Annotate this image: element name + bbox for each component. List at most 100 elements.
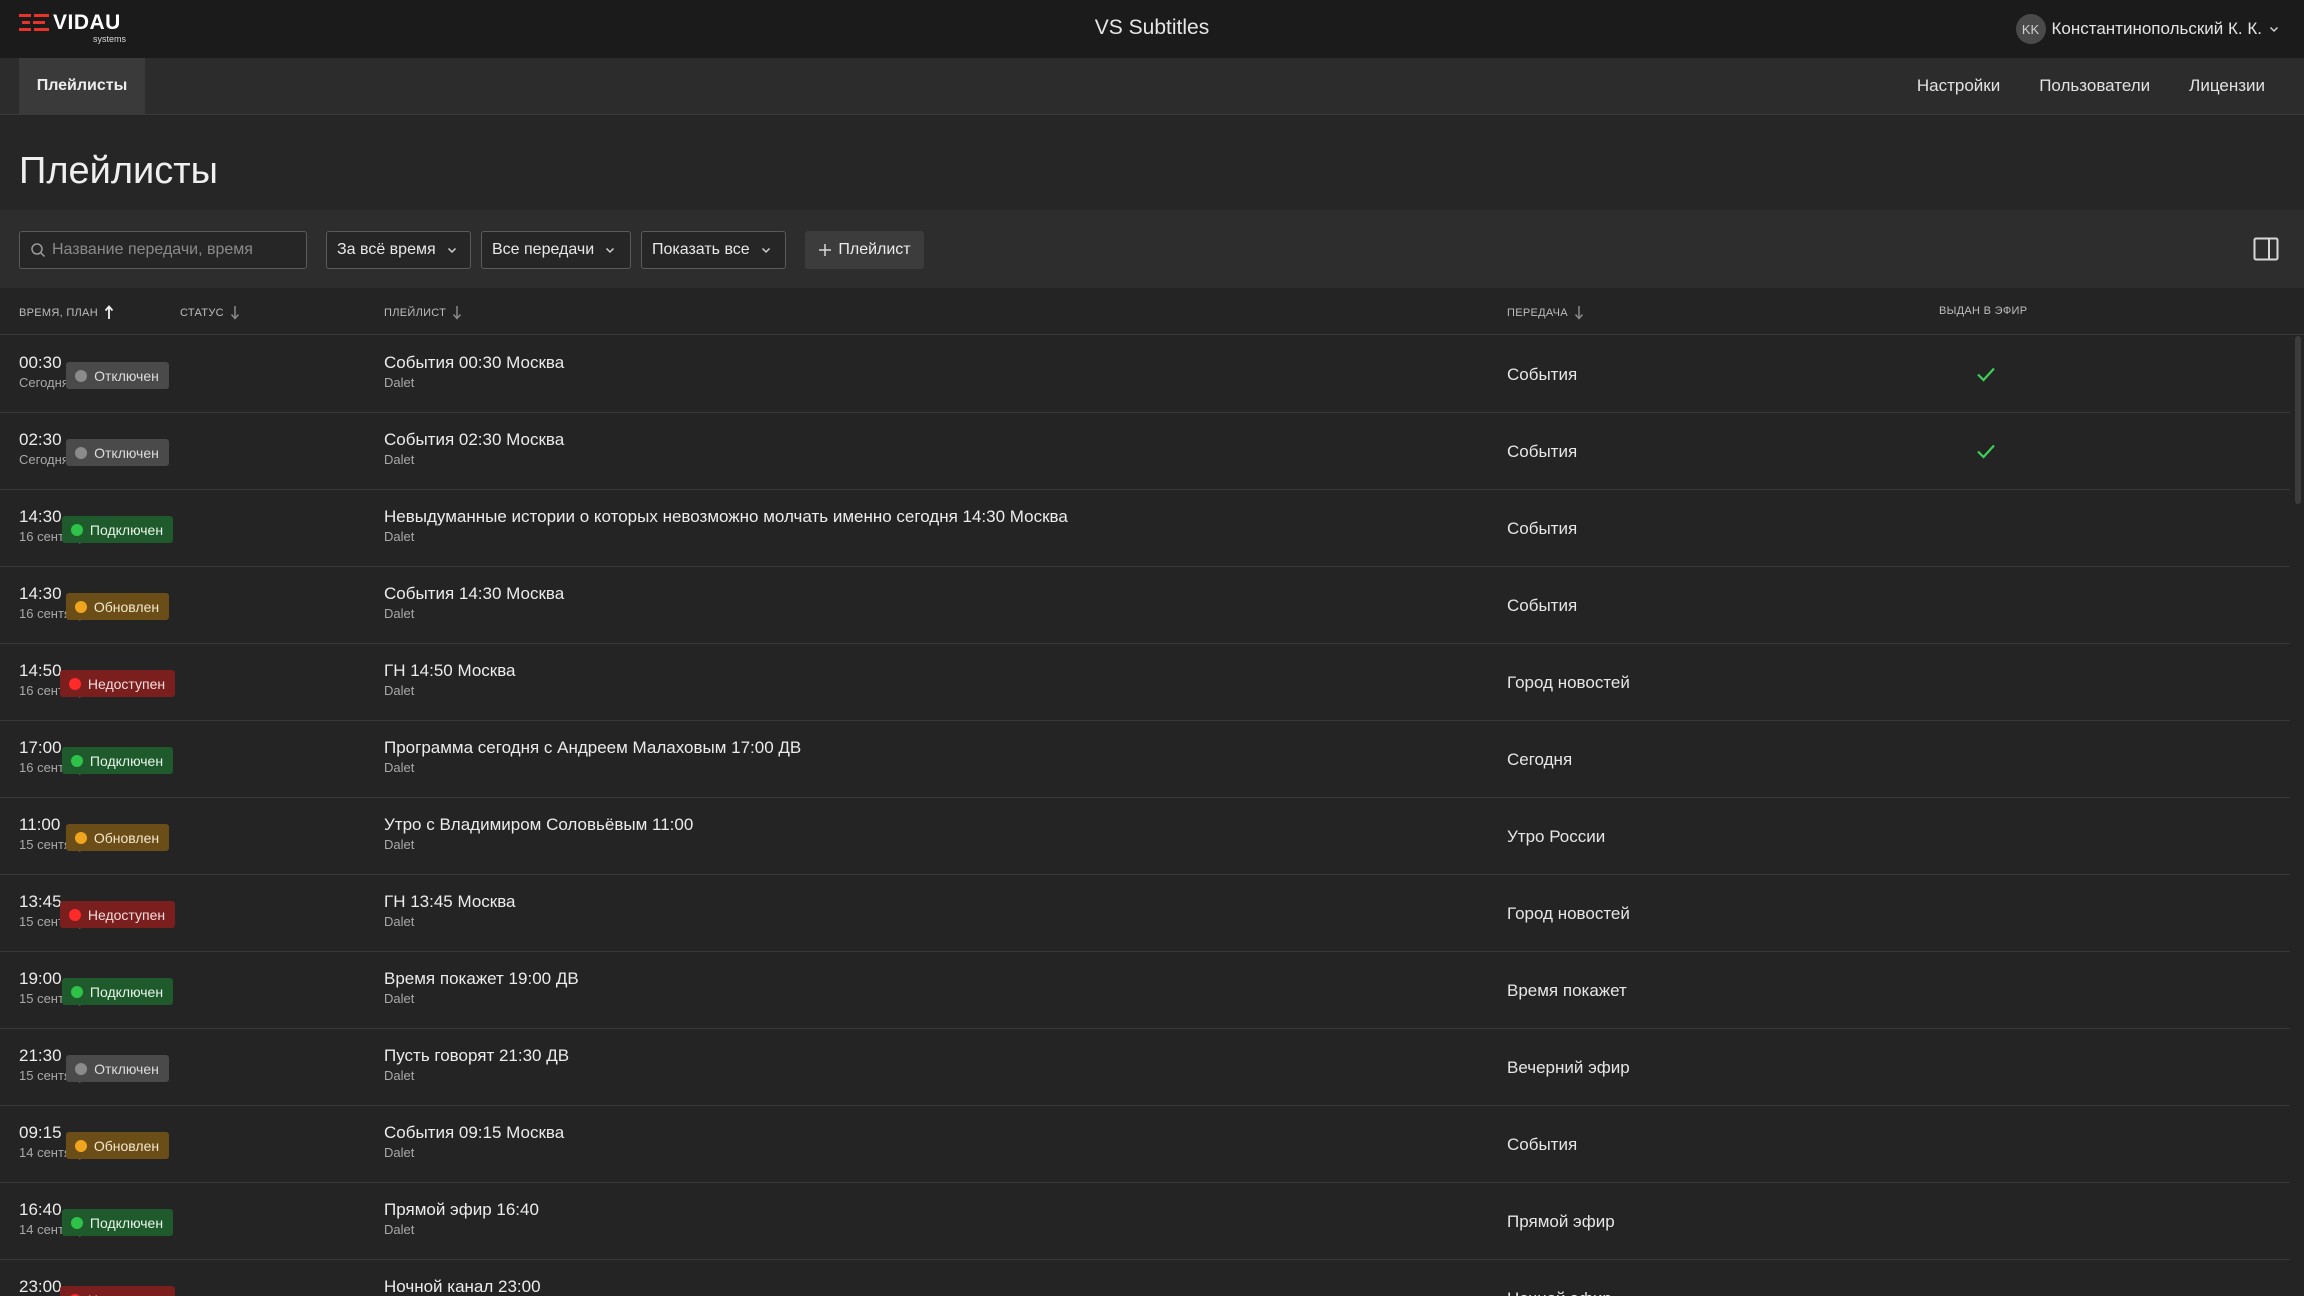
status-badge: Подключен	[61, 978, 174, 1005]
status-label: Обновлен	[93, 1137, 160, 1154]
status-label: Отключен	[94, 1060, 159, 1077]
table-row[interactable]: 14:30 16 сентября Подключен Невыдуманные ис…	[0, 490, 2290, 567]
status-label: Недоступен	[88, 1292, 165, 1296]
playlist-source: Dalet	[384, 1068, 415, 1083]
show-name: События	[1507, 1135, 1578, 1154]
status-cell: Недоступен	[0, 670, 235, 697]
table-header: ВРЕМЯ, ПЛАН СТАТУС ПЛЕЙЛИСТ ПЕРЕДАЧА ВЫД…	[0, 288, 2304, 335]
status-cell: Подключен	[0, 1209, 235, 1236]
playlist-cell: Ночной канал 23:00Dalet	[384, 1278, 541, 1296]
status-dot-icon	[75, 369, 88, 382]
brand-name: VIDAU	[53, 11, 121, 34]
status-badge: Отключен	[66, 439, 169, 466]
status-dot-icon	[70, 1216, 83, 1229]
column-header-aired[interactable]: ВЫДАН В ЭФИР	[1939, 305, 2027, 317]
status-dot-icon	[70, 523, 83, 536]
brand-sub: systems	[93, 34, 127, 44]
status-badge: Подключен	[61, 747, 174, 774]
playlist-name[interactable]: События 14:30 Москва	[384, 585, 564, 602]
status-cell: Обновлен	[0, 824, 235, 851]
playlist-name[interactable]: Время покажет 19:00 ДВ	[384, 970, 579, 987]
table-row[interactable]: 23:0014 сентябряНедоступенНочной канал 2…	[0, 1260, 2290, 1296]
column-header-time[interactable]: ВРЕМЯ, ПЛАН	[19, 305, 114, 320]
table-row[interactable]: 11:00 15 сентября Обновлен Утро с Владимиро…	[0, 798, 2290, 875]
side-panel-toggle-icon[interactable]	[2253, 237, 2279, 261]
playlist-name[interactable]: События 02:30 Москва	[384, 431, 564, 448]
status-badge: Обновлен	[65, 824, 170, 851]
table-row[interactable]: 09:15 14 сентября Обновлен События 09:15 Мо…	[0, 1106, 2290, 1183]
table-row[interactable]: 02:30 Сегодня Отключен События 02:30 Москва…	[0, 413, 2290, 490]
search-icon	[31, 243, 46, 258]
status-label: Подключен	[89, 752, 164, 769]
status-dot-icon	[74, 600, 87, 613]
show-name: Вечерний эфир	[1507, 1058, 1630, 1077]
user-menu[interactable]: KK Константинопольский К. К.	[2015, 14, 2281, 44]
nav-link-licenses[interactable]: Лицензии	[2189, 76, 2265, 96]
playlist-source: Dalet	[384, 1145, 415, 1160]
check-icon	[1977, 367, 1995, 382]
playlist-source: Dalet	[384, 760, 415, 775]
show-name: Город новостей	[1507, 673, 1630, 692]
status-dot-icon	[68, 908, 81, 921]
status-badge: Недоступен	[59, 1286, 176, 1296]
table-row[interactable]: 19:00 15 сентября Подключен Время покажет 1…	[0, 952, 2290, 1029]
column-header-show[interactable]: ПЕРЕДАЧА	[1507, 305, 1584, 320]
period-select-value: За всё время	[337, 241, 436, 258]
brand-logo[interactable]: VIDAU systems	[19, 12, 126, 44]
status-label: Подключен	[89, 1214, 164, 1231]
playlist-name[interactable]: ГН 14:50 Москва	[384, 662, 516, 679]
playlist-name[interactable]: События 09:15 Москва	[384, 1124, 564, 1141]
playlist-source: Dalet	[384, 837, 415, 852]
table-row[interactable]: 21:30 15 сентября Отключен Пусть говорят 21…	[0, 1029, 2290, 1106]
column-aired-label: ВЫДАН В ЭФИР	[1939, 305, 2028, 317]
nav-link-users[interactable]: Пользователи	[2039, 76, 2150, 96]
playlist-name[interactable]: Ночной канал 23:00	[384, 1278, 541, 1295]
scrollbar[interactable]	[2295, 336, 2301, 504]
show-filter-select[interactable]: Показать все	[641, 231, 786, 269]
status-cell: Обновлен	[0, 593, 235, 620]
show-name: Прямой эфир	[1507, 1212, 1615, 1231]
table-row[interactable]: 14:50 16 сентября Недоступен ГН 14:50 Москв…	[0, 644, 2290, 721]
shows-select[interactable]: Все передачи	[481, 231, 631, 269]
status-cell: Отключен	[0, 362, 235, 389]
playlist-cell: ГН 14:50 Москва Dalet	[384, 662, 516, 697]
table-row[interactable]: 17:00 16 сентября Подключен Программа сегод…	[0, 721, 2290, 798]
tab-playlists[interactable]: Плейлисты	[19, 58, 145, 114]
table-row[interactable]: 00:30 Сегодня Отключен События 00:30 Москва…	[0, 336, 2290, 413]
search-input[interactable]	[52, 241, 292, 259]
period-select[interactable]: За всё время	[326, 231, 471, 269]
table-row[interactable]: 14:30 16 сентября Обновлен События 14:30 Мо…	[0, 567, 2290, 644]
playlist-name[interactable]: Утро с Владимиром Соловьёвым 11:00	[384, 816, 693, 833]
show-name: События	[1507, 442, 1578, 461]
status-cell: Обновлен	[0, 1132, 235, 1159]
search-box[interactable]	[19, 231, 307, 269]
playlist-name[interactable]: Прямой эфир 16:40	[384, 1201, 539, 1218]
playlist-cell: Пусть говорят 21:30 ДВ Dalet	[384, 1047, 569, 1082]
top-bar: VIDAU systems VS Subtitles KK Константин…	[0, 0, 2304, 58]
sort-down-icon	[453, 306, 462, 320]
status-label: Подключен	[89, 983, 164, 1000]
table-row[interactable]: 16:40 14 сентября Подключен Прямой эфир 16:…	[0, 1183, 2290, 1260]
playlist-table-body: 00:30 Сегодня Отключен События 00:30 Москва…	[0, 336, 2304, 1296]
playlist-name[interactable]: Программа сегодня с Андреем Малаховым 17…	[384, 739, 801, 756]
status-badge: Подключен	[61, 516, 174, 543]
nav-link-settings[interactable]: Настройки	[1917, 76, 2000, 96]
playlist-cell: Время покажет 19:00 ДВ Dalet	[384, 970, 579, 1005]
status-badge: Отключен	[66, 362, 169, 389]
add-playlist-button[interactable]: Плейлист	[805, 231, 924, 269]
playlist-name[interactable]: Пусть говорят 21:30 ДВ	[384, 1047, 569, 1064]
show-filter-select-value: Показать все	[652, 241, 750, 258]
playlist-name[interactable]: События 00:30 Москва	[384, 354, 564, 371]
add-playlist-label: Плейлист	[838, 241, 911, 258]
column-header-status[interactable]: СТАТУС	[180, 305, 240, 320]
table-row[interactable]: 13:45 15 сентября Недоступен ГН 13:45 Москв…	[0, 875, 2290, 952]
filter-toolbar: За всё время Все передачи Показать все П…	[0, 210, 2304, 288]
status-badge: Подключен	[61, 1209, 174, 1236]
playlist-cell: Прямой эфир 16:40 Dalet	[384, 1201, 539, 1236]
column-header-playlist[interactable]: ПЛЕЙЛИСТ	[384, 305, 462, 320]
status-dot-icon	[68, 677, 81, 690]
status-cell: Подключен	[0, 978, 235, 1005]
playlist-name[interactable]: ГН 13:45 Москва	[384, 893, 516, 910]
status-cell: Отключен	[0, 439, 235, 466]
playlist-name[interactable]: Невыдуманные истории о которых невозможн…	[384, 508, 1068, 525]
